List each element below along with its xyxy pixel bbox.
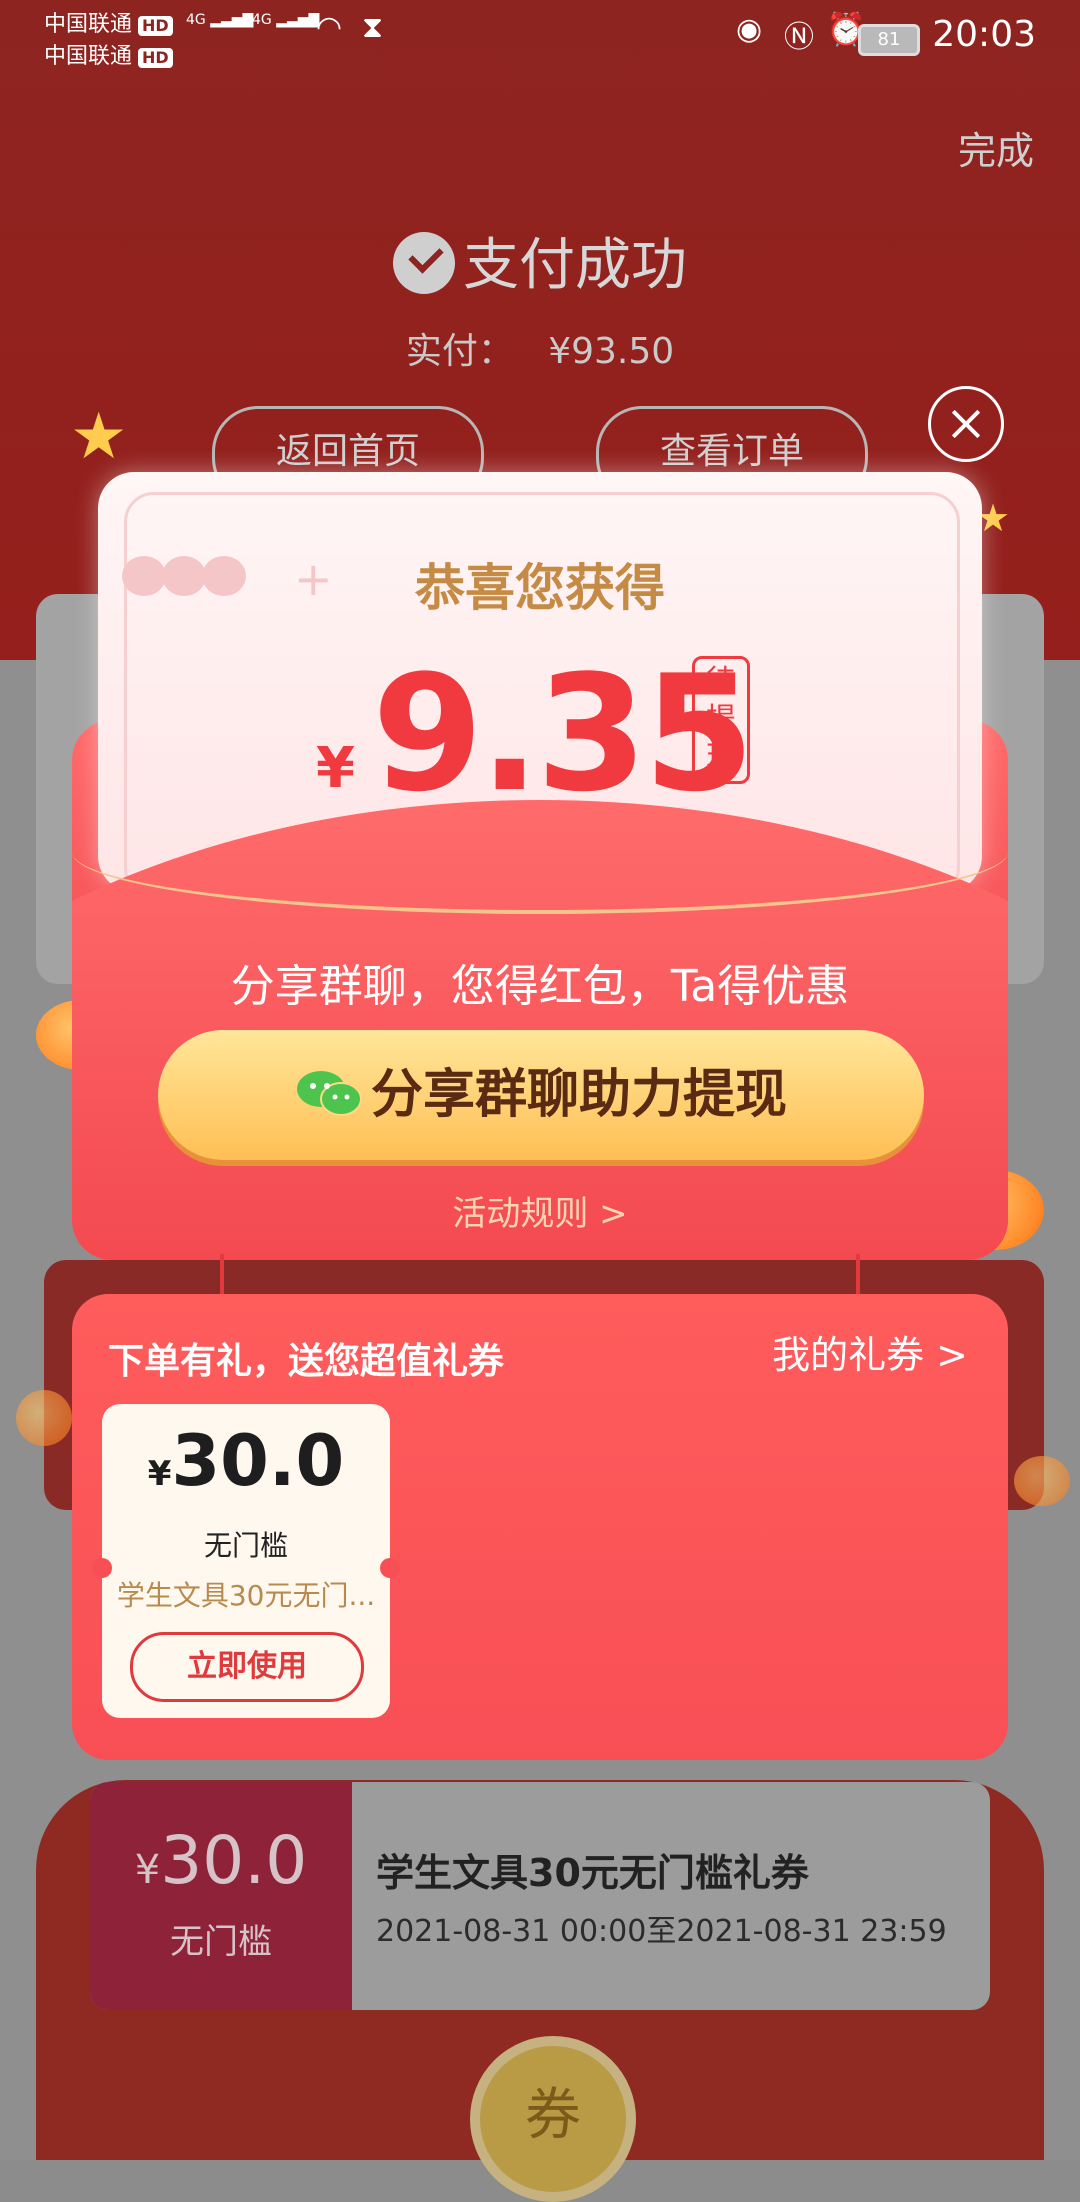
background-coupon-currency: ¥ (134, 1847, 161, 1893)
background-coupon-validity: 2021-08-31 00:00至2021-08-31 23:59 (376, 1914, 947, 1949)
eye-icon: ◉ (736, 12, 763, 47)
carrier-1: 中国联通 HD (44, 6, 173, 38)
network-2-label: 4G (252, 12, 272, 28)
share-description: 分享群聊，您得红包，Ta得优惠 (230, 961, 850, 1012)
my-coupons-link[interactable]: 我的礼券 > (772, 1324, 968, 1379)
payment-success-label: 支付成功 (463, 233, 687, 298)
ticket-threshold: 无门槛 (203, 1529, 288, 1562)
clock: 20:03 (932, 14, 1036, 55)
hd-badge-2: HD (138, 48, 173, 68)
star-decoration: ★ (70, 400, 128, 474)
signal-icon: 4G ▂▃▅▇ (186, 12, 254, 28)
close-popup-button[interactable] (928, 386, 1004, 462)
share-withdraw-label: 分享群聊助力提现 (370, 1065, 787, 1125)
check-icon (393, 231, 455, 294)
nfc-icon: Ⓝ (784, 20, 814, 55)
payment-success-title: 支付成功 (0, 220, 1080, 301)
signal-icon-2: 4G ▂▃▅▇ (252, 12, 320, 28)
gift-title: 下单有礼，送您超值礼券 (108, 1341, 505, 1382)
background-coupon-name: 学生文具30元无门槛礼券 (376, 1851, 809, 1895)
paid-label: 实付： (405, 331, 514, 372)
coupon-ticket[interactable]: ¥30.0 无门槛 学生文具30元无门... 立即使用 (92, 1404, 400, 1718)
background-coupon: ¥30.0 无门槛 学生文具30元无门槛礼券 2021-08-31 00:00至… (90, 1782, 990, 2010)
background-coupon-amount: ¥30.0 (90, 1822, 352, 1899)
ticket-amount-value: 30.0 (171, 1420, 345, 1502)
ticket-amount: ¥30.0 (102, 1420, 390, 1502)
status-bar: 中国联通 HD 中国联通 HD 4G ▂▃▅▇ 4G ▂▃▅▇ ◠ ⧗ ◉ Ⓝ ⏰ … (0, 0, 1080, 70)
wechat-icon (296, 1071, 362, 1116)
activity-rules-link[interactable]: 活动规则 > (72, 1186, 1008, 1235)
pending-withdraw-tag: 待提现 (692, 656, 750, 784)
battery-indicator: 81 (858, 24, 920, 56)
coin-decoration-right-faded (1014, 1456, 1070, 1506)
ticket-currency: ¥ (147, 1454, 172, 1494)
envelope-rim (72, 790, 1008, 914)
background-coupon-amount-value: 30.0 (160, 1822, 308, 1899)
background-coupon-threshold: 无门槛 (170, 1922, 272, 1962)
use-now-button[interactable]: 立即使用 (130, 1632, 364, 1702)
wifi-icon: ◠ (316, 10, 343, 45)
background-coupon-value: ¥30.0 无门槛 (90, 1782, 352, 2010)
hourglass-icon: ⧗ (362, 10, 384, 45)
congrats-title: 恭喜您获得 (415, 559, 665, 617)
share-withdraw-button[interactable]: 分享群聊助力提现 (158, 1030, 924, 1160)
carrier-2-label: 中国联通 (44, 44, 133, 69)
paid-amount: ¥93.50 (548, 331, 675, 372)
coupon-badge[interactable]: 券 (470, 2036, 636, 2202)
hd-badge: HD (138, 16, 173, 36)
paid-amount-line: 实付： ¥93.50 (0, 322, 1080, 374)
network-1-label: 4G (186, 12, 206, 28)
ticket-description: 学生文具30元无门... (116, 1579, 376, 1612)
carrier-1-label: 中国联通 (44, 12, 133, 37)
gift-coupon-panel: 下单有礼，送您超值礼券 我的礼券 > ¥30.0 无门槛 学生文具30元无门..… (72, 1294, 1008, 1760)
carrier-2: 中国联通 HD (44, 38, 173, 70)
coin-decoration-left-faded (16, 1390, 72, 1446)
done-button[interactable]: 完成 (958, 120, 1034, 175)
